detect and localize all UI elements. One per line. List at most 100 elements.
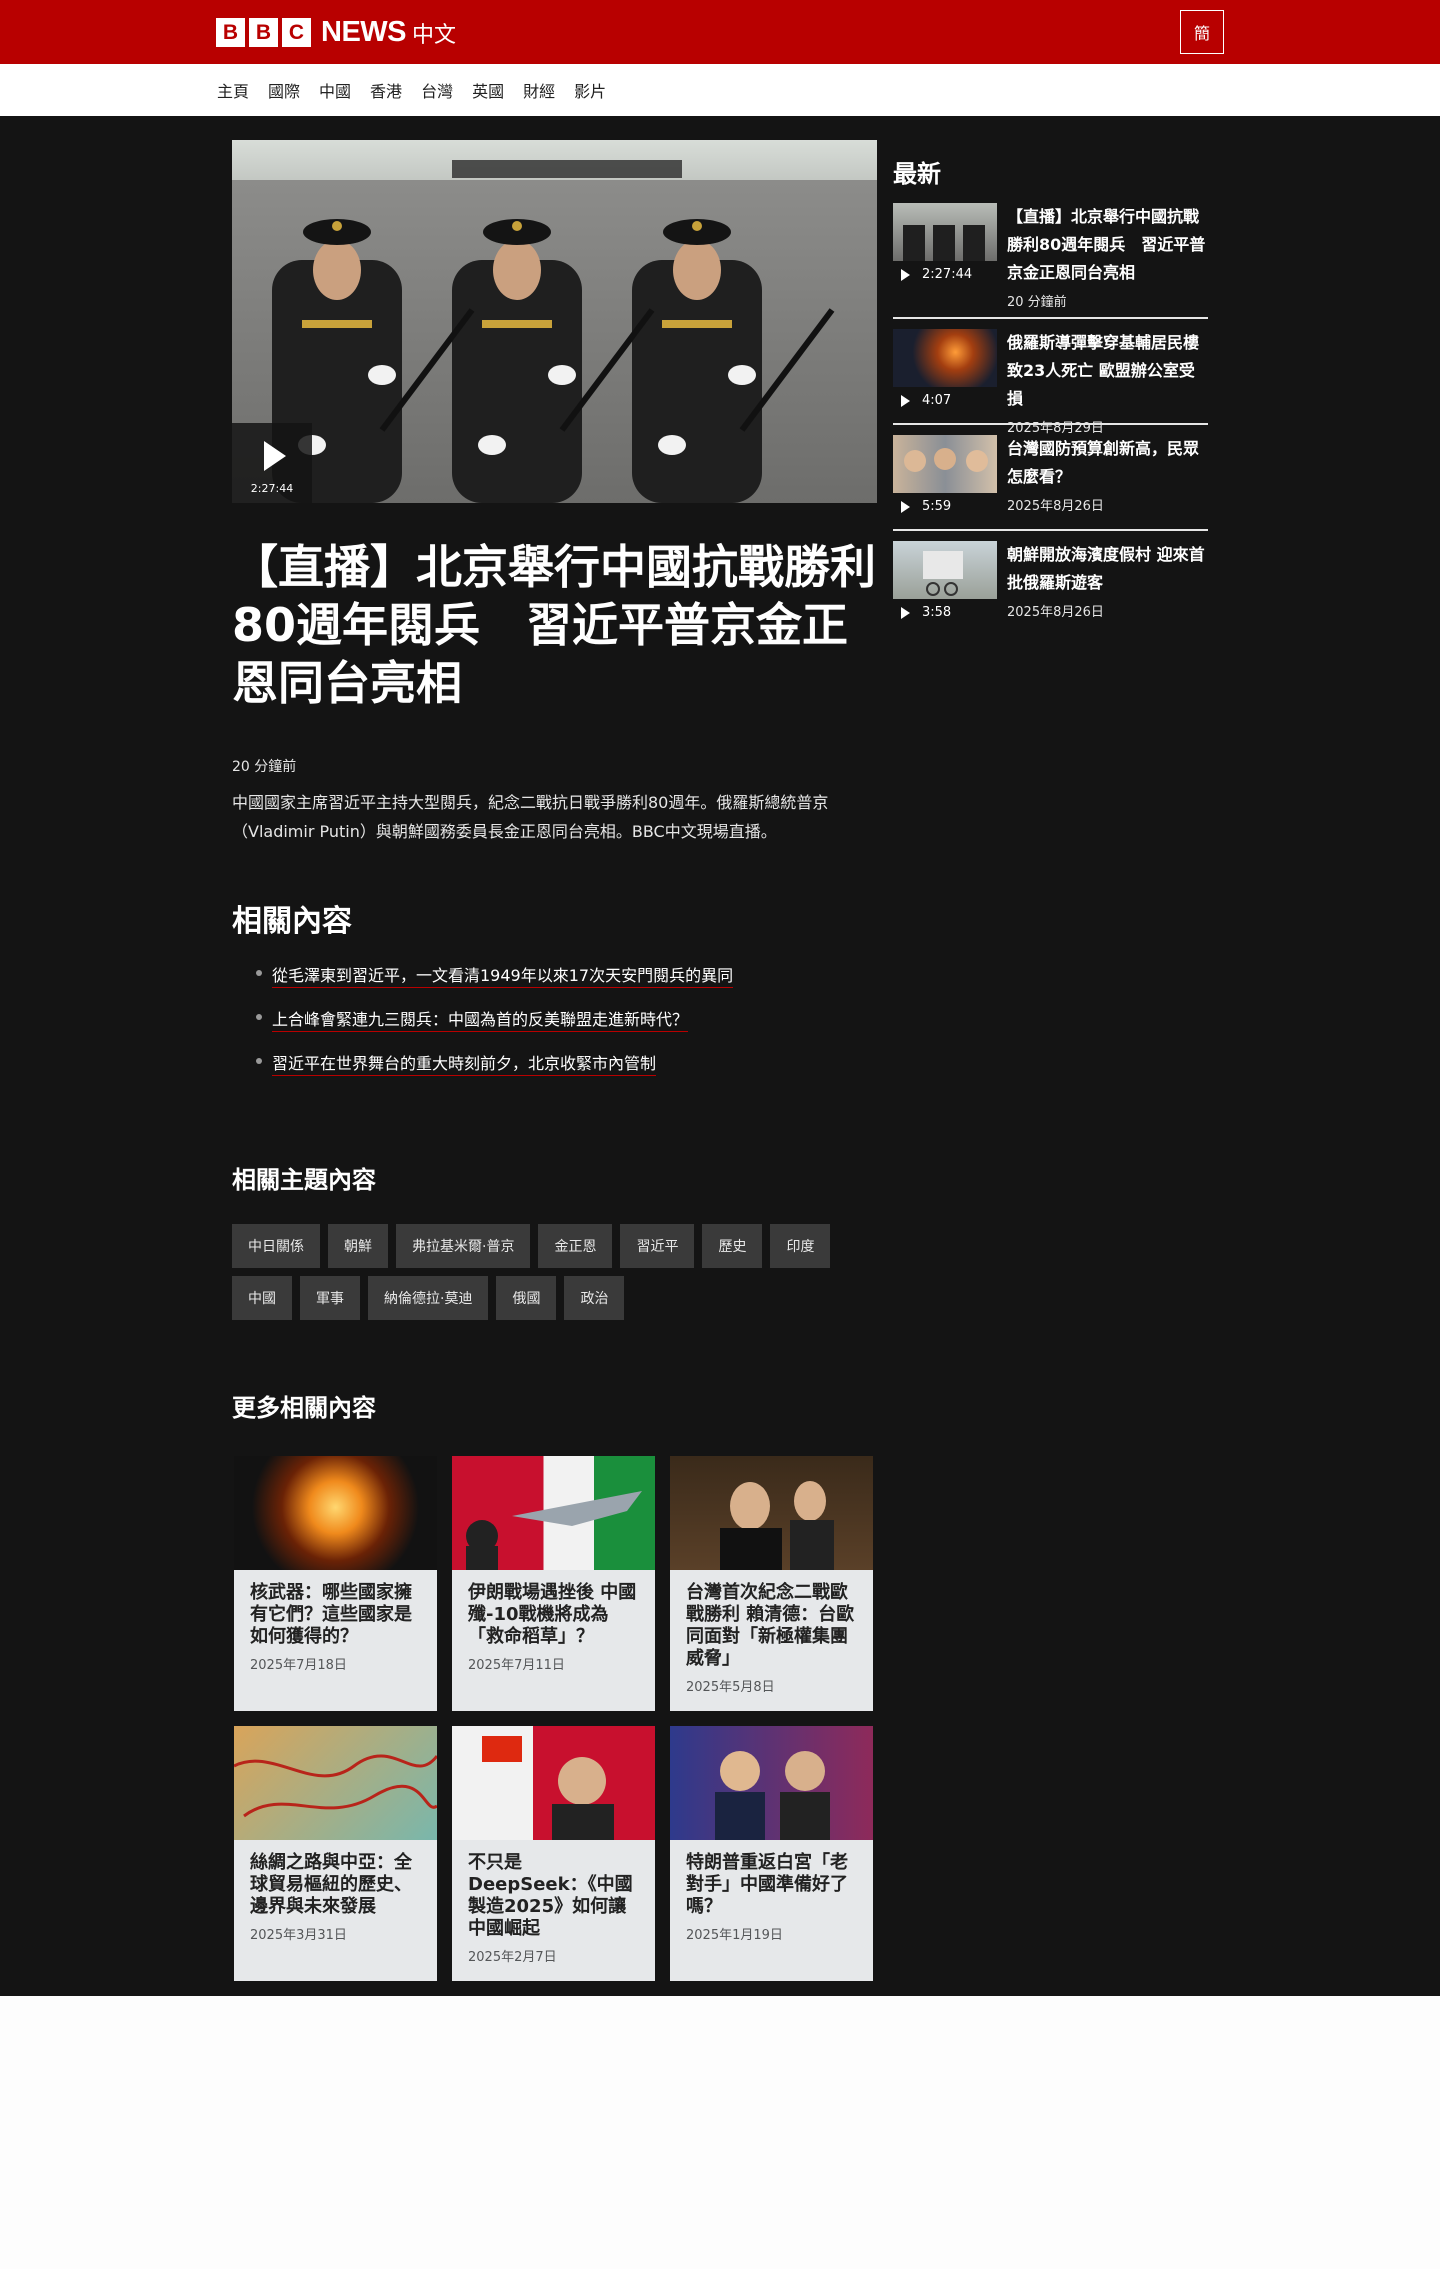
- latest-heading: 最新: [893, 160, 941, 188]
- related-content-heading: 相關內容: [232, 904, 352, 939]
- story-card[interactable]: 不只是DeepSeek：《中國製造2025》如何讓中國崛起 2025年2月7日: [452, 1726, 655, 1981]
- topic-tag[interactable]: 金正恩: [538, 1224, 613, 1268]
- latest-text: 俄羅斯導彈擊穿基輔居民樓致23人死亡 歐盟辦公室受損 2025年8月29日: [1007, 329, 1208, 436]
- bbc-logo-letter-b2: B: [249, 18, 278, 47]
- latest-item-media: 2:27:44: [893, 203, 997, 303]
- nav-item-hongkong[interactable]: 香港: [370, 78, 402, 102]
- topic-tag[interactable]: 朝鮮: [328, 1224, 388, 1268]
- latest-item-media: 5:59: [893, 435, 997, 515]
- latest-duration: 5:59: [901, 499, 951, 514]
- related-link[interactable]: 習近平在世界舞台的重大時刻前夕，北京收緊市內管制: [256, 1050, 733, 1094]
- latest-item[interactable]: 4:07 俄羅斯導彈擊穿基輔居民樓致23人死亡 歐盟辦公室受損 2025年8月2…: [893, 329, 1208, 436]
- related-topics-heading: 相關主題內容: [232, 1166, 376, 1194]
- article-headline: 【直播】北京舉行中國抗戰勝利80週年閱兵 習近平普京金正恩同台亮相: [232, 540, 876, 710]
- story-card[interactable]: 絲綢之路與中亞：全球貿易樞紐的歷史、邊界與未來發展 2025年3月31日: [234, 1726, 437, 1981]
- latest-text: 朝鮮開放海濱度假村 迎來首批俄羅斯遊客 2025年8月26日: [1007, 541, 1208, 623]
- nav-item-home[interactable]: 主頁: [217, 78, 249, 102]
- latest-title: 朝鮮開放海濱度假村 迎來首批俄羅斯遊客: [1007, 545, 1205, 592]
- latest-duration: 2:27:44: [901, 267, 972, 282]
- bullet-icon: [256, 970, 262, 976]
- card-date: 2025年3月31日: [250, 1928, 347, 1943]
- nav-item-taiwan[interactable]: 台灣: [421, 78, 453, 102]
- article-timestamp: 20 分鐘前: [232, 759, 297, 775]
- topic-tag-row: 中日關係 朝鮮 弗拉基米爾·普京 金正恩 習近平 歷史 印度: [232, 1224, 872, 1268]
- nav-item-international[interactable]: 國際: [268, 78, 300, 102]
- latest-sidebar: 最新 2:27:44 【直播】北京舉行中國抗戰勝利80週年閱兵 習近平普京金正恩…: [893, 154, 1208, 647]
- card-title: 特朗普重返白宮「老對手」中國準備好了嗎？: [686, 1852, 848, 1917]
- video-duration: 2:27:44: [250, 482, 294, 495]
- latest-duration: 3:58: [901, 605, 951, 620]
- card-image-lai-ching-te: [670, 1456, 873, 1570]
- brand-news-text: NEWS: [321, 16, 407, 48]
- card-title: 伊朗戰場遇挫後 中國殲-10戰機將成為「救命稻草」？: [468, 1582, 637, 1647]
- topic-tags: 中日關係 朝鮮 弗拉基米爾·普京 金正恩 習近平 歷史 印度 中國 軍事 納倫德…: [232, 1224, 872, 1328]
- article-summary: 中國國家主席習近平主持大型閱兵，紀念二戰抗日戰爭勝利80週年。俄羅斯總統普京（V…: [232, 793, 829, 841]
- bbc-news-logo[interactable]: B B C NEWS 中文: [216, 16, 456, 49]
- latest-title: 俄羅斯導彈擊穿基輔居民樓致23人死亡 歐盟辦公室受損: [1007, 333, 1200, 408]
- card-image-fighter-jet: [452, 1456, 655, 1570]
- nav-item-business[interactable]: 財經: [523, 78, 555, 102]
- story-card[interactable]: 核武器：哪些國家擁有它們？這些國家是如何獲得的？ 2025年7月18日: [234, 1456, 437, 1711]
- latest-thumb-resort: [893, 541, 997, 599]
- card-date: 2025年7月11日: [468, 1658, 565, 1673]
- story-card[interactable]: 特朗普重返白宮「老對手」中國準備好了嗎？ 2025年1月19日: [670, 1726, 873, 1981]
- simplified-chinese-toggle-button[interactable]: 簡: [1180, 10, 1224, 54]
- latest-date: 20 分鐘前: [1007, 295, 1067, 310]
- bbc-logo-letter-b1: B: [216, 18, 245, 47]
- card-title: 台灣首次紀念二戰歐戰勝利 賴清德：台歐同面對「新極權集團威脅」: [686, 1582, 855, 1669]
- related-link[interactable]: 從毛澤東到習近平，一文看清1949年以來17次天安門閱兵的異同: [256, 962, 734, 1006]
- topic-tag[interactable]: 中日關係: [232, 1224, 320, 1268]
- card-title: 不只是DeepSeek：《中國製造2025》如何讓中國崛起: [468, 1852, 633, 1939]
- topic-tag[interactable]: 歷史: [702, 1224, 763, 1268]
- brand-language-text: 中文: [412, 22, 457, 48]
- topic-tag[interactable]: 習近平: [620, 1224, 695, 1268]
- site-header: B B C NEWS 中文 簡: [0, 0, 1440, 64]
- latest-title: 台灣國防預算創新高，民眾怎麼看？: [1007, 439, 1200, 486]
- play-icon: [901, 500, 910, 513]
- topic-tag[interactable]: 弗拉基米爾·普京: [396, 1224, 531, 1268]
- topic-tag[interactable]: 印度: [770, 1224, 831, 1268]
- card-image-xi-jinping: [452, 1726, 655, 1840]
- card-date: 2025年1月19日: [686, 1928, 783, 1943]
- latest-date: 2025年8月29日: [1007, 421, 1104, 436]
- play-button[interactable]: 2:27:44: [232, 423, 312, 503]
- hero-image-soldiers: [272, 160, 835, 503]
- latest-thumb-taiwan-people: [893, 435, 997, 493]
- play-icon: [264, 441, 286, 471]
- latest-date: 2025年8月26日: [1007, 499, 1104, 514]
- nav-item-uk[interactable]: 英國: [472, 78, 504, 102]
- latest-item[interactable]: 3:58 朝鮮開放海濱度假村 迎來首批俄羅斯遊客 2025年8月26日: [893, 541, 1208, 637]
- latest-text: 台灣國防預算創新高，民眾怎麼看？ 2025年8月26日: [1007, 435, 1208, 515]
- latest-item[interactable]: 5:59 台灣國防預算創新高，民眾怎麼看？ 2025年8月26日: [893, 435, 1208, 531]
- card-date: 2025年2月7日: [468, 1950, 557, 1965]
- hero-video-player[interactable]: 2:27:44: [232, 140, 877, 503]
- story-card[interactable]: 台灣首次紀念二戰歐戰勝利 賴清德：台歐同面對「新極權集團威脅」 2025年5月8日: [670, 1456, 873, 1711]
- bbc-logo-letter-c: C: [282, 18, 311, 47]
- latest-item-media: 3:58: [893, 541, 997, 623]
- latest-thumb-kyiv-fire: [893, 329, 997, 387]
- topic-tag[interactable]: 納倫德拉·莫迪: [368, 1276, 489, 1320]
- topic-tag[interactable]: 俄國: [496, 1276, 557, 1320]
- card-date: 2025年5月8日: [686, 1680, 775, 1695]
- card-title: 絲綢之路與中亞：全球貿易樞紐的歷史、邊界與未來發展: [250, 1852, 412, 1917]
- card-title: 核武器：哪些國家擁有它們？這些國家是如何獲得的？: [250, 1582, 412, 1647]
- latest-thumb-parade: [893, 203, 997, 261]
- main-content: 2:27:44 【直播】北京舉行中國抗戰勝利80週年閱兵 習近平普京金正恩同台亮…: [0, 116, 1440, 1996]
- related-content-list: 從毛澤東到習近平，一文看清1949年以來17次天安門閱兵的異同 上合峰會緊連九三…: [256, 962, 734, 1094]
- topic-tag[interactable]: 政治: [564, 1276, 625, 1320]
- play-icon: [901, 268, 910, 281]
- latest-item-media: 4:07: [893, 329, 997, 409]
- topic-tag[interactable]: 中國: [232, 1276, 292, 1320]
- topic-tag-row: 中國 軍事 納倫德拉·莫迪 俄國 政治: [232, 1276, 872, 1320]
- nav-item-video[interactable]: 影片: [574, 78, 606, 102]
- card-image-nuclear: [234, 1456, 437, 1570]
- latest-duration: 4:07: [901, 393, 951, 408]
- story-card[interactable]: 伊朗戰場遇挫後 中國殲-10戰機將成為「救命稻草」？ 2025年7月11日: [452, 1456, 655, 1711]
- latest-item[interactable]: 2:27:44 【直播】北京舉行中國抗戰勝利80週年閱兵 習近平普京金正恩同台亮…: [893, 203, 1208, 319]
- nav-item-china[interactable]: 中國: [319, 78, 351, 102]
- related-link[interactable]: 上合峰會緊連九三閱兵：中國為首的反美聯盟走進新時代？: [256, 1006, 733, 1050]
- card-image-trump-xi: [670, 1726, 873, 1840]
- bullet-icon: [256, 1058, 262, 1064]
- topic-tag[interactable]: 軍事: [300, 1276, 360, 1320]
- card-row: 核武器：哪些國家擁有它們？這些國家是如何獲得的？ 2025年7月18日 伊朗戰場遇…: [234, 1456, 876, 1711]
